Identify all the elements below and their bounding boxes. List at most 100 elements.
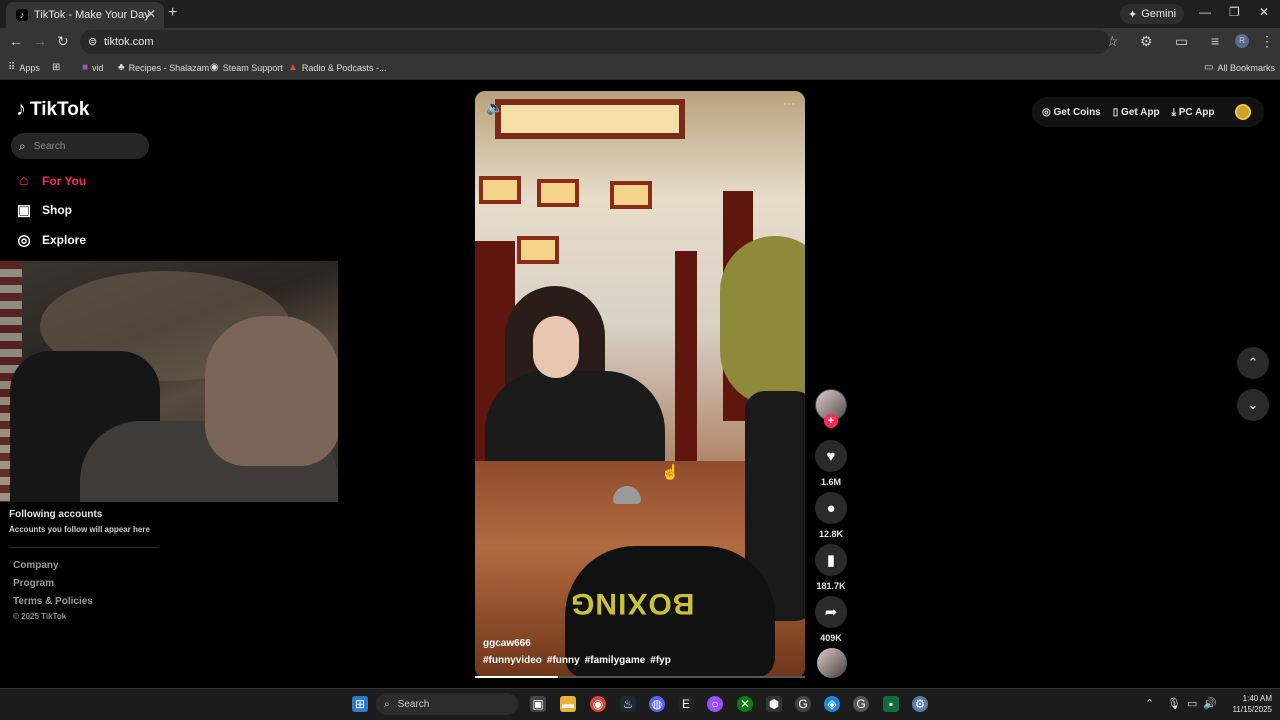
share-button[interactable]: ➦ (815, 596, 847, 628)
extensions-icon[interactable]: ⚙ (1140, 33, 1153, 50)
get-coins-button[interactable]: ◎ Get Coins (1042, 107, 1101, 118)
bookmark-label: Radio & Podcasts -... (301, 62, 387, 73)
bookmark-radio[interactable]: ▲ Radio & Podcasts -... (288, 62, 386, 73)
more-options-icon[interactable]: ··· (783, 96, 795, 110)
nav-shop[interactable]: ▣ Shop (16, 201, 72, 219)
next-video-button[interactable]: ⌄ (1237, 389, 1269, 421)
file-explorer-icon[interactable]: ▬ (560, 696, 576, 712)
hand-cursor-icon: ☝ (661, 464, 680, 481)
app-icon-g[interactable]: G (795, 696, 811, 712)
video-progress-bar[interactable] (475, 676, 805, 678)
coin-icon: ◎ (1042, 106, 1051, 118)
copyright: © 2025 TikTok (13, 612, 67, 621)
tab-groups-icon[interactable]: ⊞ (52, 62, 60, 73)
task-view-icon[interactable]: ▣ (530, 696, 546, 712)
hashtag[interactable]: #funnyvideo (483, 655, 542, 666)
comment-button[interactable]: ● (815, 492, 847, 524)
clock-date: 11/15/2025 (1232, 705, 1272, 714)
taskbar-clock[interactable]: 1:40 AM 11/15/2025 (1222, 693, 1272, 715)
settings-icon[interactable]: ⚙ (912, 696, 928, 712)
close-tab-icon[interactable]: ✕ (146, 7, 156, 21)
windows-taskbar (0, 688, 1280, 720)
close-window-icon[interactable]: ✕ (1259, 5, 1269, 19)
nav-label: Explore (42, 233, 87, 247)
windows-start-icon[interactable]: ⊞ (352, 696, 368, 712)
sparkle-icon: ✦ (1128, 8, 1138, 21)
previous-video-button[interactable]: ⌃ (1237, 347, 1269, 379)
following-accounts-subtitle: Accounts you follow will appear here (9, 525, 150, 534)
reload-icon[interactable]: ↻ (57, 33, 69, 50)
video-player[interactable]: BOXING (475, 91, 805, 678)
home-icon: ⌂ (19, 172, 29, 189)
app-icon-green[interactable]: ▪ (883, 696, 899, 712)
following-accounts-title: Following accounts (9, 509, 103, 520)
app-icon-blue[interactable]: ◈ (824, 696, 840, 712)
tab-tiktok[interactable]: ♪ TikTok - Make Your Day ✕ (6, 2, 164, 28)
volume-tray-icon[interactable]: 🔊 (1203, 697, 1217, 710)
footer-company[interactable]: Company (13, 560, 59, 571)
search-placeholder: Search (33, 140, 66, 152)
app-icon-purple[interactable]: ○ (707, 696, 723, 712)
app-icon-shield[interactable]: ⬢ (766, 696, 782, 712)
sidepanel-icon[interactable]: ▭ (1175, 33, 1188, 50)
share-arrow-icon: ➦ (824, 604, 838, 621)
bookmark-steam[interactable]: ◉ Steam Support (210, 62, 283, 73)
tiktok-note-icon: ♪ (16, 98, 26, 120)
hashtag[interactable]: #funny (547, 655, 580, 666)
app-icon-g2[interactable]: G (853, 696, 869, 712)
tiktok-logo[interactable]: ♪ TikTok (16, 98, 89, 121)
nav-for-you[interactable]: ⌂ For You (16, 172, 86, 189)
restore-icon[interactable]: ❐ (1229, 5, 1240, 19)
forward-icon[interactable]: → (33, 33, 47, 49)
taskbar-search[interactable]: ⌕ Search (376, 693, 518, 715)
follow-button[interactable]: + (824, 414, 838, 428)
profile-avatar-button[interactable] (1235, 104, 1251, 120)
footer-terms[interactable]: Terms & Policies (13, 596, 93, 607)
save-count: 181.7K (816, 581, 846, 591)
bookmark-apps[interactable]: ⠿ Apps (8, 62, 40, 73)
volume-icon[interactable]: 🔈 (486, 99, 503, 116)
footer-program[interactable]: Program (13, 578, 54, 589)
like-button[interactable]: ♥ (815, 440, 847, 472)
get-app-label: Get App (1121, 106, 1160, 118)
profile-avatar[interactable]: R (1235, 34, 1249, 48)
webcam-overlay (0, 261, 338, 502)
download-icon: ⤓ (1171, 106, 1176, 118)
site-info-icon[interactable]: ⊜ (88, 35, 97, 48)
bookmark-vid[interactable]: ■ vid (82, 62, 104, 73)
pc-app-button[interactable]: ⤓ PC App (1172, 107, 1215, 118)
video-author[interactable]: ggcaw666 (483, 638, 531, 649)
bookmark-recipes[interactable]: ♣ Recipes - Shalazam (118, 62, 209, 73)
menu-icon[interactable]: ⋮ (1260, 33, 1274, 50)
chrome-icon[interactable]: ◉ (590, 696, 606, 712)
microphone-icon[interactable]: 🎙 (1167, 697, 1181, 710)
address-bar[interactable]: ⊜ tiktok.com (80, 30, 1110, 54)
all-bookmarks[interactable]: ▭ All Bookmarks (1204, 62, 1275, 73)
hashtag[interactable]: #fyp (650, 655, 671, 666)
radio-icon: ▲ (288, 62, 298, 73)
steam-icon[interactable]: ♨ (620, 696, 636, 712)
get-app-button[interactable]: ▯ Get App (1113, 107, 1160, 118)
new-tab-button[interactable]: + (168, 4, 177, 22)
tiktok-favicon-icon: ♪ (16, 9, 28, 21)
minimize-icon[interactable]: — (1199, 5, 1211, 19)
pc-app-label: PC App (1178, 106, 1215, 118)
media-icon[interactable]: ≡ (1211, 33, 1219, 49)
epic-games-icon[interactable]: E (678, 696, 694, 712)
save-button[interactable]: ▮ (815, 544, 847, 576)
discord-icon[interactable]: ◍ (649, 696, 665, 712)
gemini-button[interactable]: ✦ Gemini (1120, 4, 1185, 24)
bookmark-icon: ▮ (826, 552, 836, 569)
hashtag[interactable]: #familygame (585, 655, 646, 666)
nav-explore[interactable]: ◎ Explore (16, 231, 86, 249)
music-disc-avatar[interactable] (817, 648, 847, 678)
apps-grid-icon: ⠿ (8, 62, 16, 73)
tray-overflow-icon[interactable]: ⌃ (1145, 697, 1154, 710)
search-input[interactable]: ⌕ Search (11, 133, 149, 159)
comment-count: 12.8K (818, 529, 844, 539)
network-icon[interactable]: ▭ (1187, 697, 1197, 710)
steam-icon: ◉ (210, 62, 219, 73)
back-icon[interactable]: ← (9, 33, 23, 49)
xbox-icon[interactable]: ✕ (737, 696, 753, 712)
get-coins-label: Get Coins (1053, 106, 1101, 118)
